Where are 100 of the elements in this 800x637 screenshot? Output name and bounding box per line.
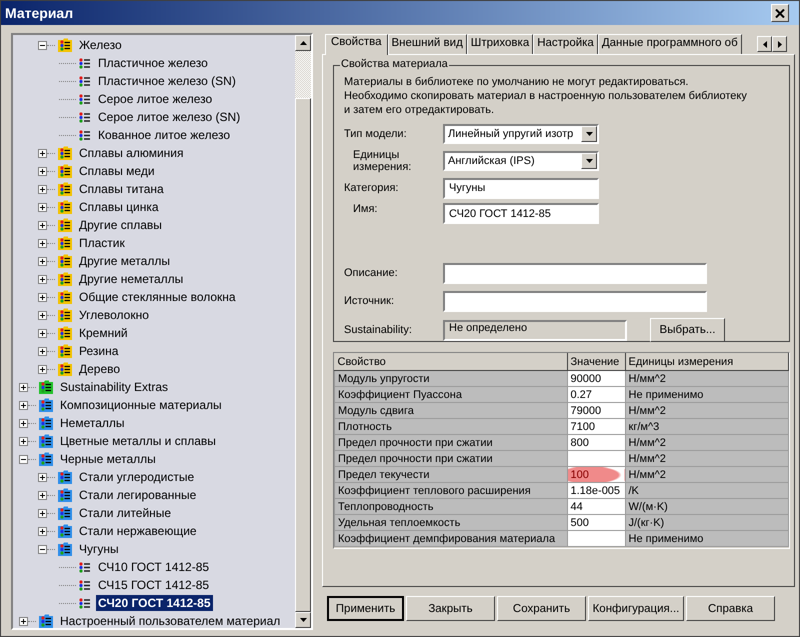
plus-icon <box>38 238 47 248</box>
folder-item[interactable]: Сплавы титана <box>77 181 166 197</box>
expand-toggle[interactable] <box>38 472 47 482</box>
value-cell[interactable]: 90000 <box>567 370 625 386</box>
folder-item[interactable]: Сплавы меди <box>77 163 157 179</box>
value-cell[interactable]: 1.18e-005 <box>567 482 625 498</box>
close-button[interactable] <box>771 4 789 22</box>
collapse-toggle[interactable] <box>38 40 47 50</box>
tab[interactable]: Внешний вид <box>388 34 467 54</box>
column-header[interactable]: Значение <box>567 353 625 370</box>
tab[interactable]: Настройка <box>533 34 598 54</box>
scroll-down-button[interactable] <box>295 612 311 628</box>
folder-item[interactable]: Сплавы цинка <box>77 199 161 215</box>
folder-item[interactable]: Сплавы алюминия <box>77 145 186 161</box>
folder-item[interactable]: Стали литейные <box>77 505 174 521</box>
dialog-button[interactable]: Сохранить <box>497 596 586 621</box>
input-field[interactable] <box>443 262 707 284</box>
input-field[interactable] <box>443 290 707 312</box>
expand-toggle[interactable] <box>38 346 47 356</box>
material-item[interactable]: Кованное литое железо <box>96 127 232 143</box>
folder-item[interactable]: Кремний <box>77 325 130 341</box>
folder-item[interactable]: Настроенный пользователем материал <box>58 613 282 629</box>
folder-item[interactable]: Другие сплавы <box>77 217 164 233</box>
folder-item[interactable]: Другие металлы <box>77 253 172 269</box>
folder-item[interactable]: Углеволокно <box>77 307 151 323</box>
value-cell[interactable]: 79000 <box>567 402 625 418</box>
folder-item[interactable]: Стали углеродистые <box>77 469 196 485</box>
expand-toggle[interactable] <box>38 274 47 284</box>
folder-item[interactable]: Другие неметаллы <box>77 271 186 287</box>
plus-icon <box>19 382 28 392</box>
expand-toggle[interactable] <box>38 238 47 248</box>
expand-toggle[interactable] <box>38 148 47 158</box>
folder-item[interactable]: Цветные металлы и сплавы <box>58 433 218 449</box>
folder-item[interactable]: Композиционные материалы <box>58 397 224 413</box>
material-item[interactable]: СЧ20 ГОСТ 1412-85 <box>96 595 213 611</box>
expand-toggle[interactable] <box>38 202 47 212</box>
expand-toggle[interactable] <box>19 382 28 392</box>
material-item[interactable]: Серое литое железо <box>96 91 214 107</box>
material-item[interactable]: СЧ15 ГОСТ 1412-85 <box>96 577 212 593</box>
column-header[interactable]: Свойство <box>334 353 567 370</box>
material-item[interactable]: Серое литое железо (SN) <box>96 109 242 125</box>
value-cell[interactable] <box>567 530 625 546</box>
tab[interactable]: Штриховка <box>466 34 534 54</box>
folder-item[interactable]: Стали нержавеющие <box>77 523 199 539</box>
plus-icon <box>19 400 28 410</box>
folder-item[interactable]: Общие стеклянные волокна <box>77 289 238 305</box>
dropdown-arrow-icon <box>586 159 592 163</box>
dropdown[interactable]: Линейный упругий изотр <box>443 124 599 144</box>
expand-toggle[interactable] <box>38 292 47 302</box>
folder-item[interactable]: Чугуны <box>77 541 121 557</box>
collapse-toggle[interactable] <box>19 454 28 464</box>
choose-button[interactable]: Выбрать... <box>650 318 725 342</box>
expand-toggle[interactable] <box>19 418 28 428</box>
column-header[interactable]: Единицы измерения <box>625 353 788 370</box>
dialog-button[interactable]: Применить <box>327 596 404 621</box>
material-item[interactable]: СЧ10 ГОСТ 1412-85 <box>96 559 212 575</box>
tab-scroll-left-button[interactable] <box>757 36 772 52</box>
folder-item[interactable]: Резина <box>77 343 120 359</box>
value-cell[interactable] <box>567 450 625 466</box>
folder-item[interactable]: Стали легированные <box>77 487 198 503</box>
folder-item[interactable]: Железо <box>77 37 124 53</box>
material-item[interactable]: Пластичное железо <box>96 55 210 71</box>
expand-toggle[interactable] <box>38 184 47 194</box>
tab[interactable]: Данные программного об <box>598 34 742 54</box>
expand-toggle[interactable] <box>38 490 47 500</box>
tab[interactable]: Свойства <box>325 34 388 55</box>
value-cell[interactable]: 0.27 <box>567 386 625 402</box>
dialog-button[interactable]: Конфигурация... <box>588 596 684 621</box>
expand-toggle[interactable] <box>38 166 47 176</box>
expand-toggle[interactable] <box>38 256 47 266</box>
expand-toggle[interactable] <box>38 310 47 320</box>
folder-item[interactable]: Неметаллы <box>58 415 127 431</box>
input-field[interactable]: СЧ20 ГОСТ 1412-85 <box>443 203 599 224</box>
folder-item[interactable]: Sustainability Extras <box>58 379 170 395</box>
value-cell[interactable]: 800 <box>567 434 625 450</box>
value-cell[interactable]: 7100 <box>567 418 625 434</box>
expand-toggle[interactable] <box>38 526 47 536</box>
expand-toggle[interactable] <box>19 400 28 410</box>
scroll-up-button[interactable] <box>295 35 311 51</box>
folder-item[interactable]: Пластик <box>77 235 127 251</box>
dialog-button[interactable]: Справка <box>686 596 775 621</box>
expand-toggle[interactable] <box>38 220 47 230</box>
expand-toggle[interactable] <box>19 436 28 446</box>
dialog-button[interactable]: Закрыть <box>406 596 495 621</box>
input-field[interactable]: Чугуны <box>443 178 599 198</box>
dropdown[interactable]: Английская (IPS) <box>443 151 599 171</box>
table-cell: Н/мм^2 <box>625 402 788 418</box>
expand-toggle[interactable] <box>38 364 47 374</box>
value-cell[interactable]: 44 <box>567 498 625 514</box>
material-item[interactable]: Пластичное железо (SN) <box>96 73 238 89</box>
table-cell: кг/м^3 <box>625 418 788 434</box>
tab-scroll-right-button[interactable] <box>772 36 787 52</box>
collapse-toggle[interactable] <box>38 544 47 554</box>
value-cell[interactable]: 100 <box>567 466 625 482</box>
expand-toggle[interactable] <box>19 616 28 626</box>
expand-toggle[interactable] <box>38 508 47 518</box>
expand-toggle[interactable] <box>38 328 47 338</box>
folder-item[interactable]: Черные металлы <box>58 451 158 467</box>
value-cell[interactable]: 500 <box>567 514 625 530</box>
folder-item[interactable]: Дерево <box>77 361 122 377</box>
